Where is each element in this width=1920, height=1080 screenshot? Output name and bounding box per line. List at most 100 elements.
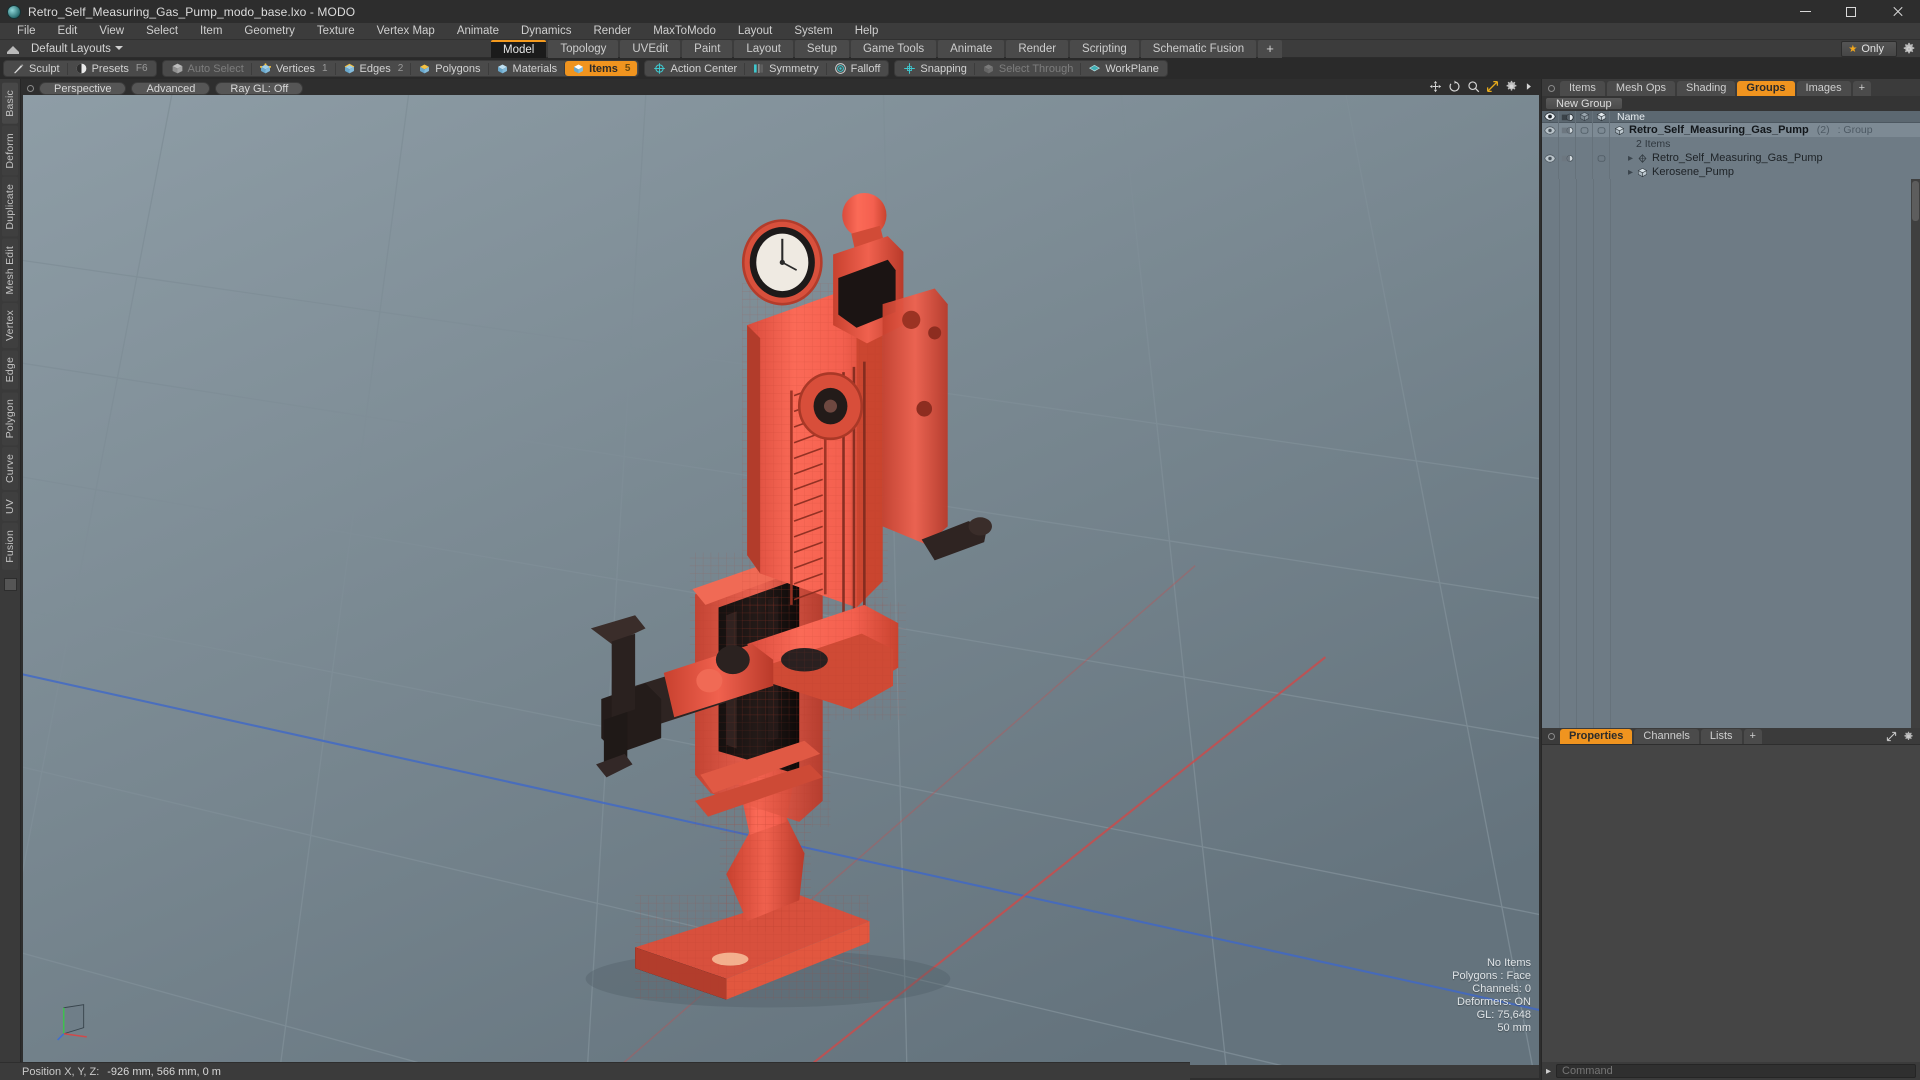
tree-item-label-row[interactable]: ▸ Kerosene_Pump xyxy=(1610,166,1734,178)
left-rail-tab-basic[interactable]: Basic xyxy=(2,83,18,124)
row-visibility-toggle[interactable] xyxy=(1542,165,1559,179)
auto-select-button[interactable]: Auto Select xyxy=(164,61,251,76)
row-wireframe-toggle[interactable] xyxy=(1593,151,1610,165)
left-rail-tab-curve[interactable]: Curve xyxy=(2,447,18,491)
menu-layout[interactable]: Layout xyxy=(727,23,784,40)
left-rail-tab-uv[interactable]: UV xyxy=(2,492,18,522)
tab-layout[interactable]: Layout xyxy=(734,40,793,58)
row-wireframe-toggle[interactable] xyxy=(1593,123,1610,137)
menu-geometry[interactable]: Geometry xyxy=(233,23,306,40)
zoom-icon[interactable] xyxy=(1467,80,1480,93)
tree-item-label-row[interactable]: Retro_Self_Measuring_Gas_Pump (2) : Grou… xyxy=(1610,124,1873,136)
sculpt-button[interactable]: Sculpt xyxy=(5,61,67,76)
new-group-button[interactable]: New Group xyxy=(1545,97,1623,110)
left-rail-tab-deform[interactable]: Deform xyxy=(2,125,18,176)
viewport-3d-canvas[interactable]: No Items Polygons : Face Channels: 0 Def… xyxy=(23,95,1539,1065)
left-rail-tab-duplicate[interactable]: Duplicate xyxy=(2,177,18,237)
tree-expand-icon[interactable]: ▸ xyxy=(1628,153,1633,164)
menu-view[interactable]: View xyxy=(88,23,135,40)
materials-button[interactable]: Materials xyxy=(489,61,565,76)
tab-topology[interactable]: Topology xyxy=(548,40,619,58)
menu-item[interactable]: Item xyxy=(189,23,233,40)
add-tab-button[interactable]: + xyxy=(1258,40,1282,58)
menu-maxtomodo[interactable]: MaxToModo xyxy=(642,23,727,40)
menu-file[interactable]: File xyxy=(6,23,47,40)
menu-render[interactable]: Render xyxy=(582,23,642,40)
expand-arrow-icon[interactable] xyxy=(1524,80,1533,93)
home-layout-button[interactable] xyxy=(3,41,23,57)
panel-tab-images[interactable]: Images xyxy=(1796,81,1851,96)
items-button[interactable]: Items 5 xyxy=(565,61,638,76)
bottom-tab-properties[interactable]: Properties xyxy=(1560,729,1633,744)
tab-setup[interactable]: Setup xyxy=(794,40,849,58)
bottom-tab-add[interactable]: + xyxy=(1743,729,1762,744)
only-toggle-button[interactable]: ★ Only xyxy=(1841,41,1897,57)
groups-tree-empty-area[interactable] xyxy=(1542,179,1920,728)
bottom-tab-lists[interactable]: Lists xyxy=(1700,729,1742,744)
polygons-button[interactable]: Polygons xyxy=(411,61,487,76)
action-center-button[interactable]: Action Center xyxy=(646,61,744,76)
tab-schematic-fusion[interactable]: Schematic Fusion xyxy=(1140,40,1257,58)
viewport-tab-raygl[interactable]: Ray GL: Off xyxy=(215,81,304,95)
edges-button[interactable]: Edges 2 xyxy=(336,61,411,76)
column-header-wireframe[interactable] xyxy=(1593,111,1610,124)
tab-animate[interactable]: Animate xyxy=(938,40,1005,58)
symmetry-button[interactable]: Symmetry xyxy=(745,61,826,76)
row-render-toggle[interactable] xyxy=(1559,165,1576,179)
tab-scripting[interactable]: Scripting xyxy=(1070,40,1139,58)
tab-uvedit[interactable]: UVEdit xyxy=(620,40,681,58)
left-rail-color-swatch[interactable] xyxy=(3,577,17,591)
axis-gizmo[interactable] xyxy=(53,997,99,1043)
panel-tab-shading[interactable]: Shading xyxy=(1677,81,1736,96)
row-shaded-toggle[interactable] xyxy=(1576,151,1593,165)
column-header-render[interactable] xyxy=(1559,111,1576,124)
tree-item-label-row[interactable]: ▸ Retro_Self_Measuring_Gas_Pump xyxy=(1610,152,1823,164)
panel-tab-groups[interactable]: Groups xyxy=(1737,81,1795,96)
menu-vertex-map[interactable]: Vertex Map xyxy=(366,23,446,40)
gear-icon[interactable] xyxy=(1903,731,1914,742)
row-render-toggle[interactable] xyxy=(1559,123,1576,137)
viewport-settings-icon[interactable] xyxy=(1505,80,1518,93)
falloff-button[interactable]: Falloff xyxy=(827,61,888,76)
left-rail-tab-mesh-edit[interactable]: Mesh Edit xyxy=(2,238,18,302)
row-render-toggle[interactable] xyxy=(1559,151,1576,165)
column-header-visibility[interactable] xyxy=(1542,111,1559,124)
workplane-button[interactable]: WorkPlane xyxy=(1081,61,1166,76)
snapping-button[interactable]: Snapping xyxy=(896,61,974,76)
panel-tab-add[interactable]: + xyxy=(1852,81,1872,96)
tab-game-tools[interactable]: Game Tools xyxy=(850,40,937,58)
table-row[interactable]: ▸ Kerosene_Pump xyxy=(1542,165,1920,179)
properties-panel-body[interactable] xyxy=(1542,744,1920,1062)
tree-scrollbar[interactable] xyxy=(1911,179,1920,728)
viewport-tab-perspective[interactable]: Perspective xyxy=(39,81,127,95)
panel-menu-dot-icon[interactable] xyxy=(1548,85,1555,92)
minimize-button[interactable] xyxy=(1782,0,1828,23)
menu-dynamics[interactable]: Dynamics xyxy=(510,23,582,40)
tab-model[interactable]: Model xyxy=(491,40,547,58)
expand-panel-icon[interactable] xyxy=(1886,731,1897,742)
command-input[interactable] xyxy=(1556,1064,1916,1078)
vertices-button[interactable]: Vertices 1 xyxy=(252,61,335,76)
row-shaded-toggle[interactable] xyxy=(1576,165,1593,179)
menu-system[interactable]: System xyxy=(783,23,843,40)
row-wireframe-toggle[interactable] xyxy=(1593,165,1610,179)
tree-scrollbar-thumb[interactable] xyxy=(1912,181,1919,221)
tab-render[interactable]: Render xyxy=(1006,40,1069,58)
presets-button[interactable]: Presets F6 xyxy=(68,61,155,76)
viewport-menu-dot-icon[interactable] xyxy=(27,84,34,92)
menu-texture[interactable]: Texture xyxy=(306,23,366,40)
move-icon[interactable] xyxy=(1429,80,1442,93)
left-rail-tab-polygon[interactable]: Polygon xyxy=(2,391,18,446)
tab-paint[interactable]: Paint xyxy=(682,40,733,58)
table-row[interactable]: Retro_Self_Measuring_Gas_Pump (2) : Grou… xyxy=(1542,123,1920,137)
groups-tree[interactable]: Name Retro_Self_Measuring_Gas_Pump (2):… xyxy=(1542,111,1920,728)
panel-menu-dot-icon[interactable] xyxy=(1548,733,1555,740)
row-shaded-toggle[interactable] xyxy=(1576,123,1593,137)
panel-tab-items[interactable]: Items xyxy=(1560,81,1605,96)
left-rail-tab-fusion[interactable]: Fusion xyxy=(2,523,18,570)
select-through-button[interactable]: Select Through xyxy=(975,61,1080,76)
menu-help[interactable]: Help xyxy=(844,23,890,40)
tree-expand-icon[interactable]: ▸ xyxy=(1628,167,1633,178)
gear-icon[interactable] xyxy=(1902,42,1916,56)
rotate-icon[interactable] xyxy=(1448,80,1461,93)
